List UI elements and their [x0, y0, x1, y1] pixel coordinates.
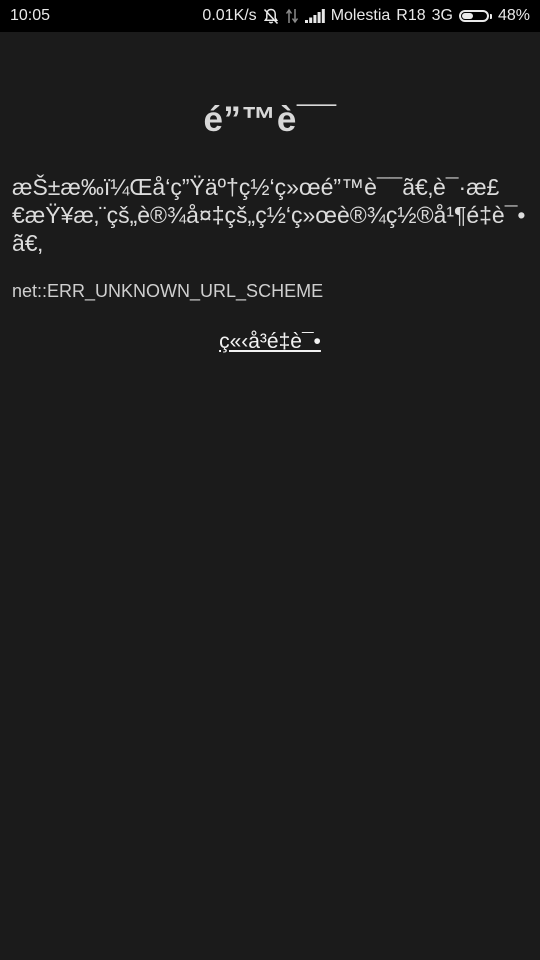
battery-icon [458, 10, 492, 22]
data-transfer-icon [285, 8, 299, 24]
error-code: net::ERR_UNKNOWN_URL_SCHEME [12, 281, 324, 301]
signal-strength-icon [304, 9, 325, 23]
close-link[interactable]: ç«‹å³é‡è¯• [219, 330, 321, 353]
carrier-name: Molestia [330, 7, 391, 24]
error-message: æŠ±æ‰ï¼Œå‘ç”Ÿäº†ç½‘ç»œé”™è¯¯ã€‚è¯·æ£€æŸ¥… [12, 174, 526, 256]
carrier-code: R18 [396, 7, 426, 24]
notifications-muted-icon [263, 8, 279, 25]
net-speed: 0.01K/s [202, 7, 257, 24]
status-time: 10:05 [10, 7, 51, 24]
error-page: é”™è¯¯ æŠ±æ‰ï¼Œå‘ç”Ÿäº†ç½‘ç»œé”™è¯¯ã€‚è¯… [0, 32, 540, 960]
status-bar: 10:05 0.01K/s Molestia R18 3G 48% [0, 0, 540, 32]
battery-percent: 48% [497, 7, 530, 24]
error-title: é”™è¯¯ [203, 100, 337, 139]
network-type: 3G [431, 7, 453, 24]
